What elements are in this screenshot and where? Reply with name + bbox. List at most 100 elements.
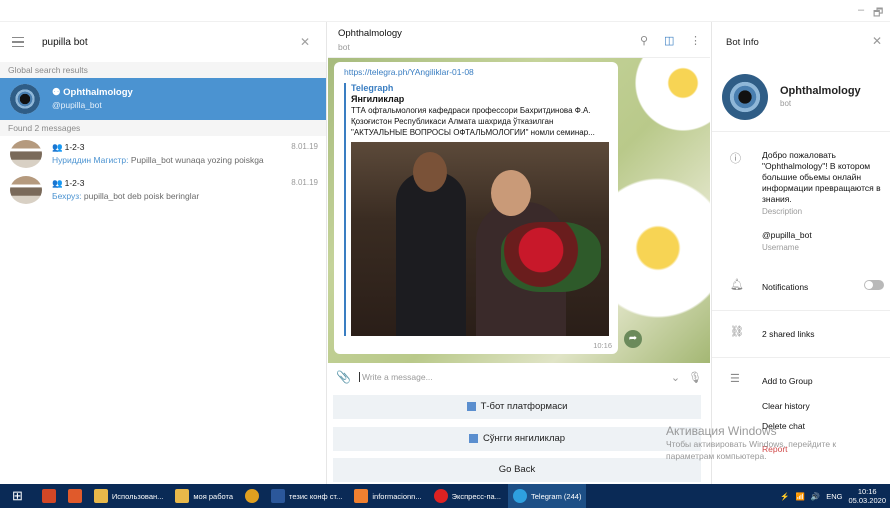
start-button[interactable]: ⊞ <box>0 484 35 508</box>
result-username: @pupilla_bot <box>52 100 102 110</box>
chat-list-panel: pupilla bot ✕ Global search results ⚉ Op… <box>0 22 327 484</box>
message-bubble[interactable]: https://telegra.ph/YAngiliklar-01-08 Tel… <box>334 62 618 354</box>
taskbar-app[interactable]: тезис конф ст... <box>266 484 347 508</box>
opera-icon <box>433 489 448 503</box>
chat-background: https://telegra.ph/YAngiliklar-01-08 Tel… <box>328 58 710 381</box>
group-avatar <box>10 140 42 168</box>
taskbar: ⊞ Использован... моя работа тезис конф с… <box>0 484 890 508</box>
shared-links-row[interactable]: ⛓ 2 shared links <box>712 325 890 345</box>
clock[interactable]: 10:16 05.03.2020 <box>848 487 886 505</box>
taskbar-app-label: моя работа <box>193 491 234 501</box>
clear-search-icon[interactable]: ✕ <box>300 35 310 49</box>
taskbar-app[interactable]: Экспресс-па... <box>429 484 506 508</box>
word-icon <box>271 489 286 503</box>
group-icon: 👥 <box>52 178 63 188</box>
new-icon <box>466 401 476 411</box>
clear-history-label: Clear history <box>762 401 810 411</box>
group-name: 1-2-3 <box>64 142 85 152</box>
clear-history-row[interactable]: Clear history <box>712 401 890 412</box>
tray-icon[interactable]: ⚡ <box>780 492 789 501</box>
notifications-row[interactable]: 🔔︎ Notifications <box>712 278 890 298</box>
taskbar-app-label: Telegram (244) <box>531 491 582 501</box>
description-text: Добро пожаловать "Ophthalmology"! В кото… <box>762 150 881 204</box>
bell-icon: 🔔︎ <box>730 279 744 291</box>
message-link[interactable]: https://telegra.ph/YAngiliklar-01-08 <box>344 67 608 77</box>
info-header: Bot Info ✕ <box>712 22 890 62</box>
clock-time: 10:16 <box>857 487 877 496</box>
message-text: Pupilla_bot wunaqa yozing poiskga <box>130 155 264 165</box>
folder-icon <box>93 489 108 503</box>
divider <box>712 357 890 358</box>
message-sender: Бехруз: <box>52 191 82 201</box>
share-icon[interactable]: ➦ <box>624 330 642 348</box>
chrome-icon <box>245 489 260 503</box>
global-result-item[interactable]: ⚉ Ophthalmology @pupilla_bot <box>0 78 326 120</box>
link-preview[interactable]: Telegraph Янгиликлар ТТА офтальмология к… <box>344 83 609 336</box>
found-messages-header: Found 2 messages <box>0 120 326 136</box>
message-text: pupilla_bot deb poisk beringlar <box>83 191 200 201</box>
info-icon: ⓘ <box>730 153 741 165</box>
taskbar-app[interactable]: informacionn... <box>349 484 426 508</box>
windows-icon: ⊞ <box>12 488 23 503</box>
message-input[interactable]: Write a message... <box>358 372 663 382</box>
message-result[interactable]: 👥 1-2-3 Бехруз: pupilla_bot deb poisk ber… <box>0 172 326 208</box>
keyboard-button-label: Сўнгги янгиликлар <box>482 433 566 444</box>
taskbar-app[interactable] <box>37 484 61 508</box>
network-icon[interactable]: 📶 <box>796 492 805 501</box>
preview-site: Telegraph <box>351 83 394 93</box>
close-icon[interactable]: ✕ <box>872 34 882 48</box>
username-text[interactable]: @pupilla_bot <box>762 230 882 241</box>
photo-person <box>396 172 466 336</box>
username-block: @pupilla_bot Username <box>712 230 890 252</box>
notifications-toggle[interactable] <box>864 280 884 290</box>
system-tray: ⚡ 📶 🔊 ENG 10:16 05.03.2020 <box>780 487 890 505</box>
taskbar-app[interactable]: Использован... <box>89 484 168 508</box>
window-titlebar: – 🗗 <box>0 0 890 22</box>
taskbar-app[interactable]: моя работа <box>170 484 238 508</box>
attach-icon[interactable]: 📎 <box>336 370 351 384</box>
search-icon[interactable]: ⚲ <box>640 34 648 47</box>
taskbar-app-label: Использован... <box>111 491 164 501</box>
menu-icon[interactable] <box>12 36 24 48</box>
chat-panel: Ophthalmology bot ⚲ ◫ ⋮ https://telegra.… <box>328 22 710 484</box>
chevron-down-icon[interactable]: ⌄ <box>671 371 680 384</box>
browser-icon <box>354 489 369 503</box>
keyboard-button[interactable]: Go Back <box>333 458 701 482</box>
chat-header[interactable]: Ophthalmology bot ⚲ ◫ ⋮ <box>328 22 710 58</box>
sidebar-toggle-icon[interactable]: ◫ <box>664 34 674 47</box>
taskbar-app[interactable]: Telegram (244) <box>508 484 587 508</box>
restore-button[interactable]: 🗗 <box>873 4 883 23</box>
windows-activation-watermark: Активация Windows Чтобы активировать Win… <box>666 424 836 462</box>
language-indicator[interactable]: ENG <box>826 492 842 501</box>
minimize-button[interactable]: – <box>858 4 864 16</box>
keyboard-button[interactable]: Т-бот платформаси <box>333 395 701 419</box>
keyboard-button[interactable]: Сўнгги янгиликлар <box>333 427 701 451</box>
compose-bar: 📎 Write a message... ⌄ 🎙 <box>328 363 710 391</box>
search-input[interactable]: pupilla bot ✕ <box>42 30 314 54</box>
message-date: 8.01.19 <box>291 178 318 187</box>
taskbar-app[interactable] <box>240 484 264 508</box>
message-result[interactable]: 👥 1-2-3 Нуриддин Магистр: Pupilla_bot wun… <box>0 136 326 172</box>
add-to-group-label: Add to Group <box>762 376 813 386</box>
add-to-group-row[interactable]: ☰ Add to Group <box>712 372 890 387</box>
photo-person-head <box>413 152 447 192</box>
photo-person-head <box>491 170 531 216</box>
message-sender: Нуриддин Магистр: <box>52 155 129 165</box>
group-icon: 👥 <box>52 142 63 152</box>
more-icon[interactable]: ⋮ <box>690 34 701 47</box>
preview-description: ТТА офтальмология кафедраси профессори Б… <box>351 106 595 137</box>
message-time: 10:16 <box>593 341 612 350</box>
avatar[interactable] <box>722 73 768 120</box>
volume-icon[interactable]: 🔊 <box>811 492 820 501</box>
microphone-icon[interactable]: 🎙 <box>688 371 702 384</box>
list-icon: ☰ <box>730 373 740 385</box>
keyboard-button-label: Go Back <box>498 464 536 475</box>
divider <box>712 310 890 311</box>
description-label: Description <box>762 207 803 216</box>
new-icon <box>468 433 478 443</box>
powerpoint-icon <box>41 489 56 503</box>
group-name: 1-2-3 <box>64 178 85 188</box>
preview-photo[interactable] <box>351 142 609 336</box>
watermark-line: Чтобы активировать Windows, перейдите к <box>666 439 837 449</box>
taskbar-app[interactable] <box>63 484 87 508</box>
